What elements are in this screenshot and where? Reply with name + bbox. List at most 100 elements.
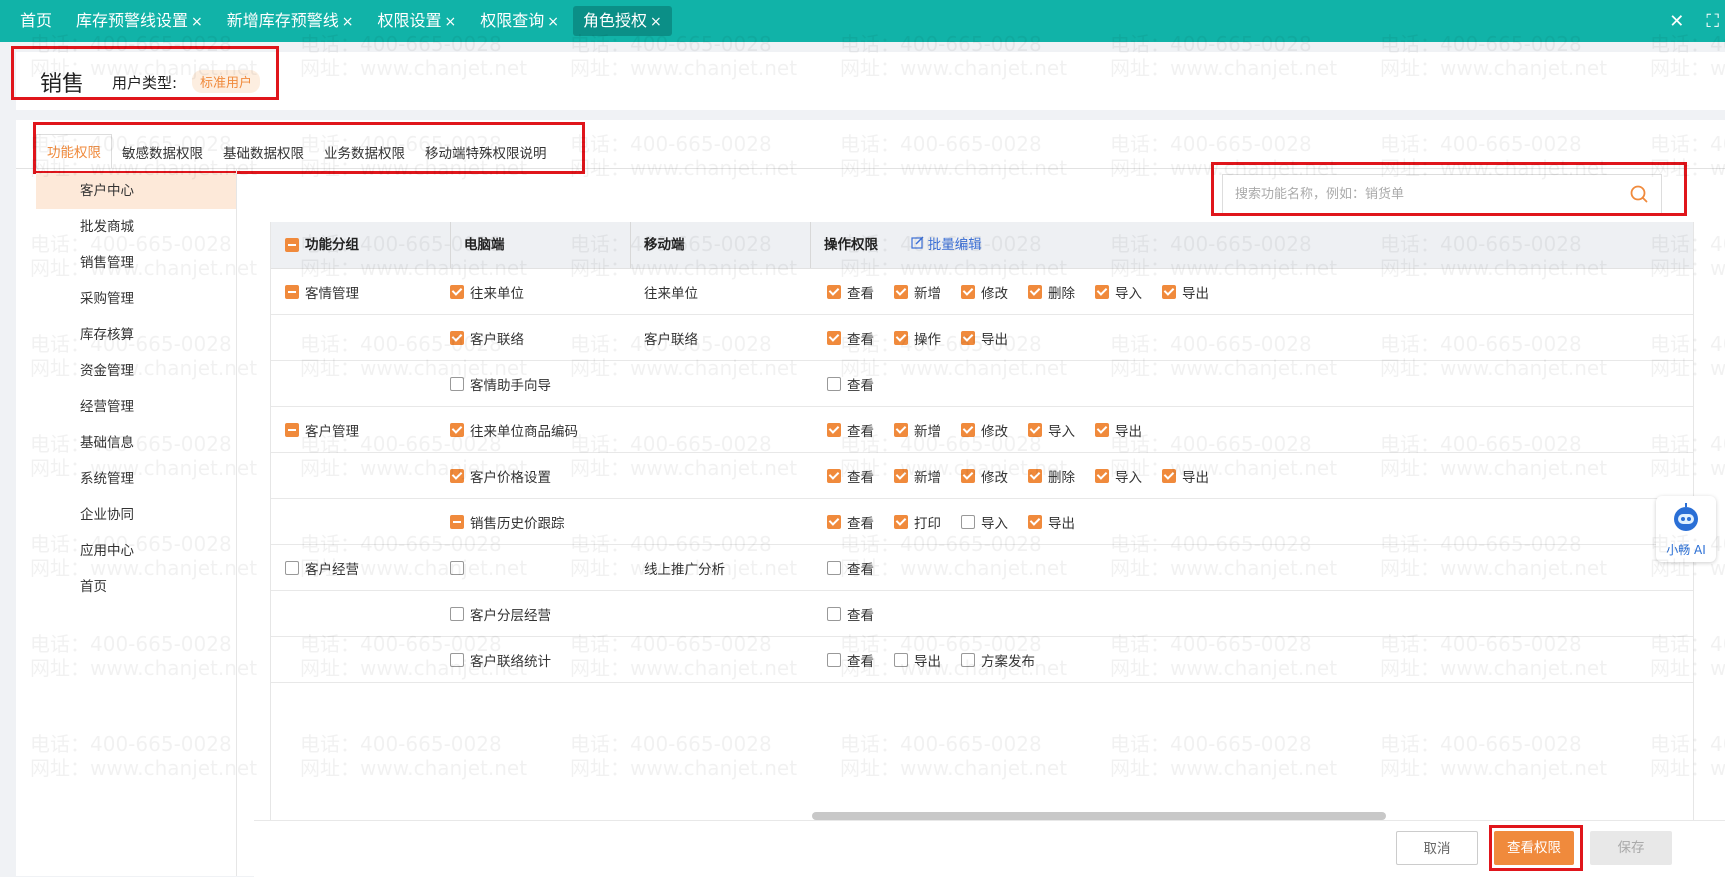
sidebar-item[interactable]: 基础信息 [16,425,236,461]
permission-checkbox[interactable] [827,652,841,667]
permission-checkbox[interactable] [1028,284,1042,299]
permission-option[interactable]: 导出 [1162,282,1209,302]
sidebar-item[interactable]: 采购管理 [16,281,236,317]
permission-checkbox[interactable] [827,560,841,575]
horizontal-scrollbar[interactable] [812,812,1386,820]
pc-function-checkbox[interactable] [450,514,464,529]
permission-option[interactable]: 查看 [827,558,874,578]
sidebar-item[interactable]: 首页 [16,569,236,605]
permission-checkbox[interactable] [961,514,975,529]
close-icon[interactable]: ✕ [1669,11,1684,32]
permission-checkbox[interactable] [1095,422,1109,437]
permission-checkbox[interactable] [1028,468,1042,483]
permission-checkbox[interactable] [1162,468,1176,483]
ai-assistant-button[interactable]: 小畅 AI [1656,496,1716,562]
permission-option[interactable]: 查看 [827,420,874,440]
top-tab[interactable]: 角色授权 × [573,6,672,36]
permission-option[interactable]: 修改 [961,282,1008,302]
pc-function-checkbox[interactable] [450,468,464,483]
permission-option[interactable]: 查看 [827,328,874,348]
permission-checkbox[interactable] [894,284,908,299]
top-tab[interactable]: 权限查询 × [470,6,569,36]
permission-option[interactable]: 新增 [894,282,941,302]
sidebar-item[interactable]: 应用中心 [16,533,236,569]
close-icon[interactable]: × [342,14,354,30]
batch-edit-link[interactable]: 批量编辑 [911,236,982,253]
close-icon[interactable]: × [547,14,559,30]
permission-checkbox[interactable] [827,606,841,621]
permission-option[interactable]: 导入 [1095,466,1142,486]
permission-checkbox[interactable] [1028,514,1042,529]
top-tab[interactable]: 权限设置 × [368,6,467,36]
permission-option[interactable]: 修改 [961,420,1008,440]
permission-option[interactable]: 方案发布 [961,650,1035,670]
permission-option[interactable]: 查看 [827,604,874,624]
group-checkbox[interactable] [285,560,299,575]
permission-checkbox[interactable] [894,330,908,345]
sidebar-item[interactable]: 系统管理 [16,461,236,497]
permission-option[interactable]: 查看 [827,512,874,532]
permission-checkbox[interactable] [894,468,908,483]
save-button[interactable]: 保存 [1590,831,1672,865]
permission-option[interactable]: 打印 [894,512,941,532]
pc-function-checkbox[interactable] [450,284,464,299]
maximize-icon[interactable]: ⛶ [1706,11,1719,32]
pc-function-checkbox[interactable] [450,330,464,345]
permission-checkbox[interactable] [827,514,841,529]
permission-option[interactable]: 新增 [894,466,941,486]
close-icon[interactable]: × [650,14,662,30]
permission-checkbox[interactable] [894,652,908,667]
permission-option[interactable]: 删除 [1028,466,1075,486]
select-all-checkbox[interactable] [285,238,299,252]
cancel-button[interactable]: 取消 [1396,831,1478,865]
permission-option[interactable]: 导出 [1162,466,1209,486]
permission-checkbox[interactable] [827,376,841,391]
permission-option[interactable]: 导出 [1095,420,1142,440]
close-icon[interactable]: × [191,14,203,30]
close-icon[interactable]: × [445,14,457,30]
pc-function-checkbox[interactable] [450,652,464,667]
sidebar-item[interactable]: 经营管理 [16,389,236,425]
permission-option[interactable]: 查看 [827,466,874,486]
permission-option[interactable]: 导出 [1028,512,1075,532]
permission-checkbox[interactable] [827,468,841,483]
permission-checkbox[interactable] [1095,284,1109,299]
permission-option[interactable]: 查看 [827,374,874,394]
top-tab[interactable]: 首页 [10,6,62,36]
permission-checkbox[interactable] [961,422,975,437]
sidebar-item[interactable]: 资金管理 [16,353,236,389]
permission-checkbox[interactable] [827,422,841,437]
permission-option[interactable]: 修改 [961,466,1008,486]
top-tab[interactable]: 新增库存预警线 × [217,6,364,36]
permission-checkbox[interactable] [894,514,908,529]
permission-option[interactable]: 删除 [1028,282,1075,302]
pc-function-checkbox[interactable] [450,606,464,621]
permission-checkbox[interactable] [961,330,975,345]
sidebar-item[interactable]: 企业协同 [16,497,236,533]
pc-function-checkbox[interactable] [450,560,464,575]
group-checkbox[interactable] [285,422,299,437]
permission-option[interactable]: 查看 [827,650,874,670]
sidebar-item[interactable]: 库存核算 [16,317,236,353]
permission-option[interactable]: 导入 [1028,420,1075,440]
permission-checkbox[interactable] [1028,422,1042,437]
top-tab[interactable]: 库存预警线设置 × [66,6,213,36]
permission-checkbox[interactable] [961,652,975,667]
permission-option[interactable]: 导入 [961,512,1008,532]
permission-checkbox[interactable] [827,284,841,299]
permission-checkbox[interactable] [1162,284,1176,299]
permission-option[interactable]: 查看 [827,282,874,302]
permission-option[interactable]: 导入 [1095,282,1142,302]
pc-function-checkbox[interactable] [450,422,464,437]
permission-checkbox[interactable] [894,422,908,437]
permission-checkbox[interactable] [961,468,975,483]
permission-option[interactable]: 新增 [894,420,941,440]
permission-checkbox[interactable] [961,284,975,299]
permission-checkbox[interactable] [827,330,841,345]
sidebar-item[interactable]: 销售管理 [16,245,236,281]
pc-function-checkbox[interactable] [450,376,464,391]
permission-checkbox[interactable] [1095,468,1109,483]
group-checkbox[interactable] [285,284,299,299]
permission-option[interactable]: 导出 [894,650,941,670]
sidebar-item[interactable]: 批发商城 [16,209,236,245]
